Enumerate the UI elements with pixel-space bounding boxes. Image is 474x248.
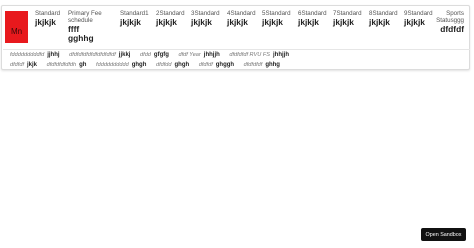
standard-6-value: jkjkjk xyxy=(298,17,319,27)
standard-3-label: 3Standard xyxy=(191,10,220,17)
detail-value: ghhg xyxy=(265,62,280,68)
header-standard-4: 4Standard jkjkjk xyxy=(227,10,256,27)
primary-fee-label: Primary Fee schedule xyxy=(68,10,102,24)
standard-3-value: jkjkjk xyxy=(191,17,212,27)
detail-value: jjkkj xyxy=(118,52,131,58)
header-standard-3: 3Standard jkjkjk xyxy=(191,10,220,27)
header-standard-1: Standard1 jkjkjk xyxy=(120,10,149,27)
standard-label: Standard xyxy=(35,10,61,17)
detail-value: gfgfg xyxy=(153,52,169,58)
detail-value: ghgh xyxy=(174,62,190,68)
detail-value: jhhjjh xyxy=(203,52,220,58)
header-primary-fee: Primary Fee schedule ffff gghhg xyxy=(68,10,108,43)
standard-2-label: 2Standard xyxy=(156,10,185,17)
open-sandbox-button[interactable]: Open Sandbox xyxy=(421,228,466,241)
standard-4-value: jkjkjk xyxy=(227,17,248,27)
standard-8-label: 8Standard xyxy=(369,10,398,17)
detail-key: dfdfdfdf RVU FS xyxy=(229,52,270,58)
sports-status-value: dfdfdf xyxy=(440,24,464,34)
header-standard-7: 7Standard jkjkjk xyxy=(333,10,362,27)
detail-key: dfdfdf xyxy=(10,62,24,68)
detail-key: dfdfdfdfdfdfdfdfdfdf xyxy=(69,52,116,58)
detail-key: dfdf Year xyxy=(178,52,201,58)
header-sports-status: Sports Statusggg dfdfdf xyxy=(436,10,464,34)
detail-value: ghggh xyxy=(215,62,235,68)
header-standard-9: 9Standard jkjkjk xyxy=(404,10,433,27)
detail-key: dfdfdfdfdfdh xyxy=(46,62,77,68)
standard-4-label: 4Standard xyxy=(227,10,256,17)
header-standard-5: 5Standard jkjkjk xyxy=(262,10,291,27)
standard-9-value: jkjkjk xyxy=(404,17,425,27)
standard-5-value: jkjkjk xyxy=(262,17,283,27)
standard-2-value: jkjkjk xyxy=(156,17,177,27)
detail-value: jkjk xyxy=(27,62,38,68)
detail-key: fdddddddddd xyxy=(96,62,129,68)
detail-key: dfdfdf xyxy=(198,62,213,68)
detail-key: dfdfdfdf xyxy=(243,62,263,68)
standard-8-value: jkjkjk xyxy=(369,17,390,27)
divider xyxy=(3,49,470,50)
primary-fee-value2: gghhg xyxy=(68,33,94,43)
sports-status-label: Statusggg xyxy=(436,17,464,24)
logo-text: Mn xyxy=(10,26,23,36)
detail-key: dfdd xyxy=(140,52,151,58)
header-standard: Standard jkjkjk xyxy=(35,10,60,27)
standard-6-label: 6Standard xyxy=(298,10,327,17)
sports-label: Sports xyxy=(446,10,464,17)
detail-key: dfdfdd xyxy=(155,62,172,68)
header-standard-2: 2Standard jkjkjk xyxy=(156,10,185,27)
standard-1-label: Standard1 xyxy=(120,10,149,17)
header-standard-8: 8Standard jkjkjk xyxy=(369,10,398,27)
detail-value: jjhhj xyxy=(47,52,60,58)
standard-value: jkjkjk xyxy=(35,17,56,27)
standard-9-label: 9Standard xyxy=(404,10,433,17)
standard-7-value: jkjkjk xyxy=(333,17,354,27)
standard-5-label: 5Standard xyxy=(262,10,291,17)
logo: Mn xyxy=(5,11,28,43)
details-row-2: dfdfdf jkjk dfdfdfdfdfdh gh fdddddddddd ghg… xyxy=(10,62,288,68)
detail-value: gh xyxy=(79,62,87,68)
detail-key: fdddddddddfd xyxy=(10,52,45,58)
summary-card: Mn Standard jkjkjk Primary Fee schedule … xyxy=(1,5,470,70)
standard-7-label: 7Standard xyxy=(333,10,362,17)
detail-value: jhhjjh xyxy=(272,52,289,58)
detail-value: ghgh xyxy=(131,62,147,68)
standard-1-value: jkjkjk xyxy=(120,17,141,27)
details-row-1: fdddddddddfd jjhhj dfdfdfdfdfdfdfdfdfdf jj… xyxy=(10,52,297,58)
header-standard-6: 6Standard jkjkjk xyxy=(298,10,327,27)
